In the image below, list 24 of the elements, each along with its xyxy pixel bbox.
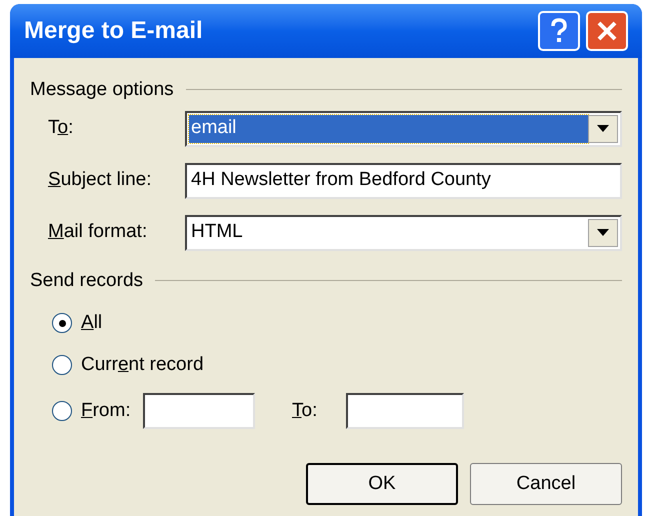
ok-button[interactable]: OK (306, 463, 458, 505)
field-label: Subject line: (48, 168, 153, 192)
to-field[interactable] (346, 393, 464, 429)
radio-button[interactable] (52, 401, 72, 421)
radio-label: Current record (81, 352, 204, 377)
field-label: To: (292, 398, 318, 423)
text-field[interactable]: 4H Newsletter from Bedford County (185, 162, 622, 198)
section-heading: Send records (30, 268, 144, 292)
window-title: Merge to E-mail (24, 16, 204, 46)
cancel-button[interactable]: Cancel (470, 463, 622, 505)
close-icon (596, 20, 618, 42)
radio-button[interactable] (52, 313, 72, 333)
help-button[interactable] (538, 11, 580, 51)
field-label: To: (48, 116, 74, 140)
section-heading: Message options (30, 78, 174, 102)
help-icon (550, 18, 568, 44)
dropdown[interactable]: HTML (185, 214, 622, 250)
from-field[interactable] (143, 393, 255, 429)
radio-button[interactable] (52, 355, 72, 375)
field-label: Mail format: (48, 220, 148, 244)
close-button[interactable] (586, 11, 628, 51)
radio-label: From: (81, 398, 132, 423)
dropdown[interactable]: email (185, 110, 622, 146)
radio-label: All (81, 310, 102, 335)
